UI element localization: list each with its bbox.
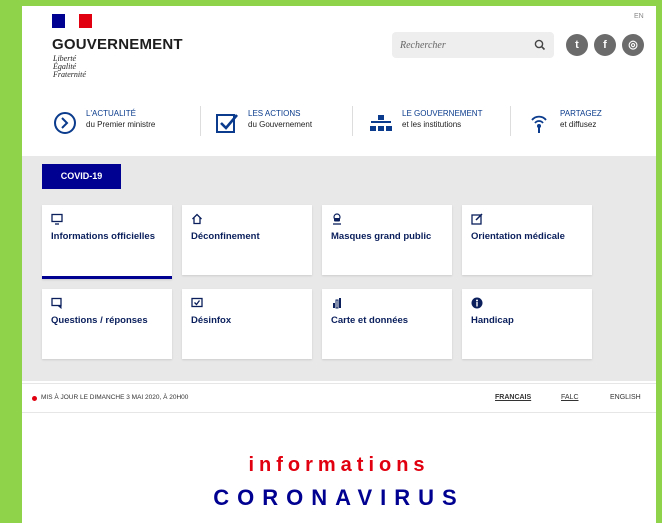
card-label: Masques grand public (331, 231, 432, 242)
english-link[interactable]: EN (634, 13, 644, 20)
nav-divider (200, 106, 201, 136)
org-chart-icon (370, 115, 392, 131)
nav-divider (352, 106, 353, 136)
motto-line: Fraternité (53, 70, 86, 79)
instagram-icon[interactable]: ◎ (622, 34, 644, 56)
facebook-icon[interactable]: f (594, 34, 616, 56)
checked-screen-icon (191, 297, 203, 308)
card-label: Informations officielles (51, 231, 155, 242)
edit-note-icon (471, 213, 483, 225)
monitor-icon (51, 213, 63, 225)
site-header: GOUVERNEMENT Liberté Égalité Fraternité … (22, 6, 656, 98)
home-icon (192, 213, 202, 225)
search-box (392, 32, 554, 58)
nav-sublabel: et les institutions (402, 120, 462, 129)
banner-informations: informations (248, 454, 430, 476)
card-label: Déconfinement (191, 231, 260, 242)
checkbox-icon (216, 114, 238, 133)
card-questions-reponses[interactable]: Questions / réponses (42, 289, 172, 359)
bar-chart-icon (333, 298, 341, 309)
card-carte-et-donnees[interactable]: Carte et données (322, 289, 452, 359)
card-label: Orientation médicale (471, 231, 565, 242)
twitter-icon[interactable]: t (566, 34, 588, 56)
nav-divider (510, 106, 511, 136)
broadcast-icon (531, 115, 547, 133)
lang-falc[interactable]: FALC (561, 394, 579, 401)
clock-icon (54, 112, 76, 134)
chat-icon (51, 297, 62, 309)
update-timestamp: MIS À JOUR LE DIMANCHE 3 MAI 2020, À 20H… (41, 394, 189, 401)
card-masques-grand-public[interactable]: Masques grand public (322, 205, 452, 275)
nav-label: LES ACTIONS (248, 109, 301, 118)
nav-sublabel: du Gouvernement (248, 120, 313, 129)
main-nav: L'ACTUALITÉ du Premier ministre LES ACTI… (22, 102, 656, 146)
accessibility-icon (471, 297, 483, 309)
lang-english[interactable]: ENGLISH (610, 394, 641, 401)
card-label: Désinfox (191, 315, 232, 326)
republic-flag-logo[interactable] (52, 14, 92, 28)
card-deconfinement[interactable]: Déconfinement (182, 205, 312, 275)
card-label: Questions / réponses (51, 315, 148, 326)
page: GOUVERNEMENT Liberté Égalité Fraternité … (22, 6, 656, 523)
republic-motto: Liberté Égalité Fraternité (53, 55, 86, 79)
banner-coronavirus: CORONAVIRUS (213, 485, 465, 510)
covid-19-button[interactable]: COVID-19 (42, 164, 121, 189)
nav-label: L'ACTUALITÉ (86, 109, 136, 118)
search-input[interactable] (400, 37, 525, 53)
card-handicap[interactable]: Handicap (462, 289, 592, 359)
card-label: Handicap (471, 315, 514, 326)
lang-francais[interactable]: FRANCAIS (495, 394, 531, 401)
update-bar: MIS À JOUR LE DIMANCHE 3 MAI 2020, À 20H… (22, 383, 656, 413)
search-icon[interactable] (533, 38, 547, 52)
nav-sublabel: et diffusez (560, 120, 597, 129)
card-informations-officielles[interactable]: Informations officielles (42, 205, 172, 279)
site-brand[interactable]: GOUVERNEMENT (52, 36, 183, 53)
card-desinfox[interactable]: Désinfox (182, 289, 312, 359)
nav-label: PARTAGEZ (560, 109, 602, 118)
nav-label: LE GOUVERNEMENT (402, 109, 483, 118)
card-orientation-medicale[interactable]: Orientation médicale (462, 205, 592, 275)
live-dot-icon (32, 396, 37, 401)
card-label: Carte et données (331, 315, 409, 326)
face-mask-icon (333, 213, 341, 225)
nav-sublabel: du Premier ministre (86, 120, 156, 129)
